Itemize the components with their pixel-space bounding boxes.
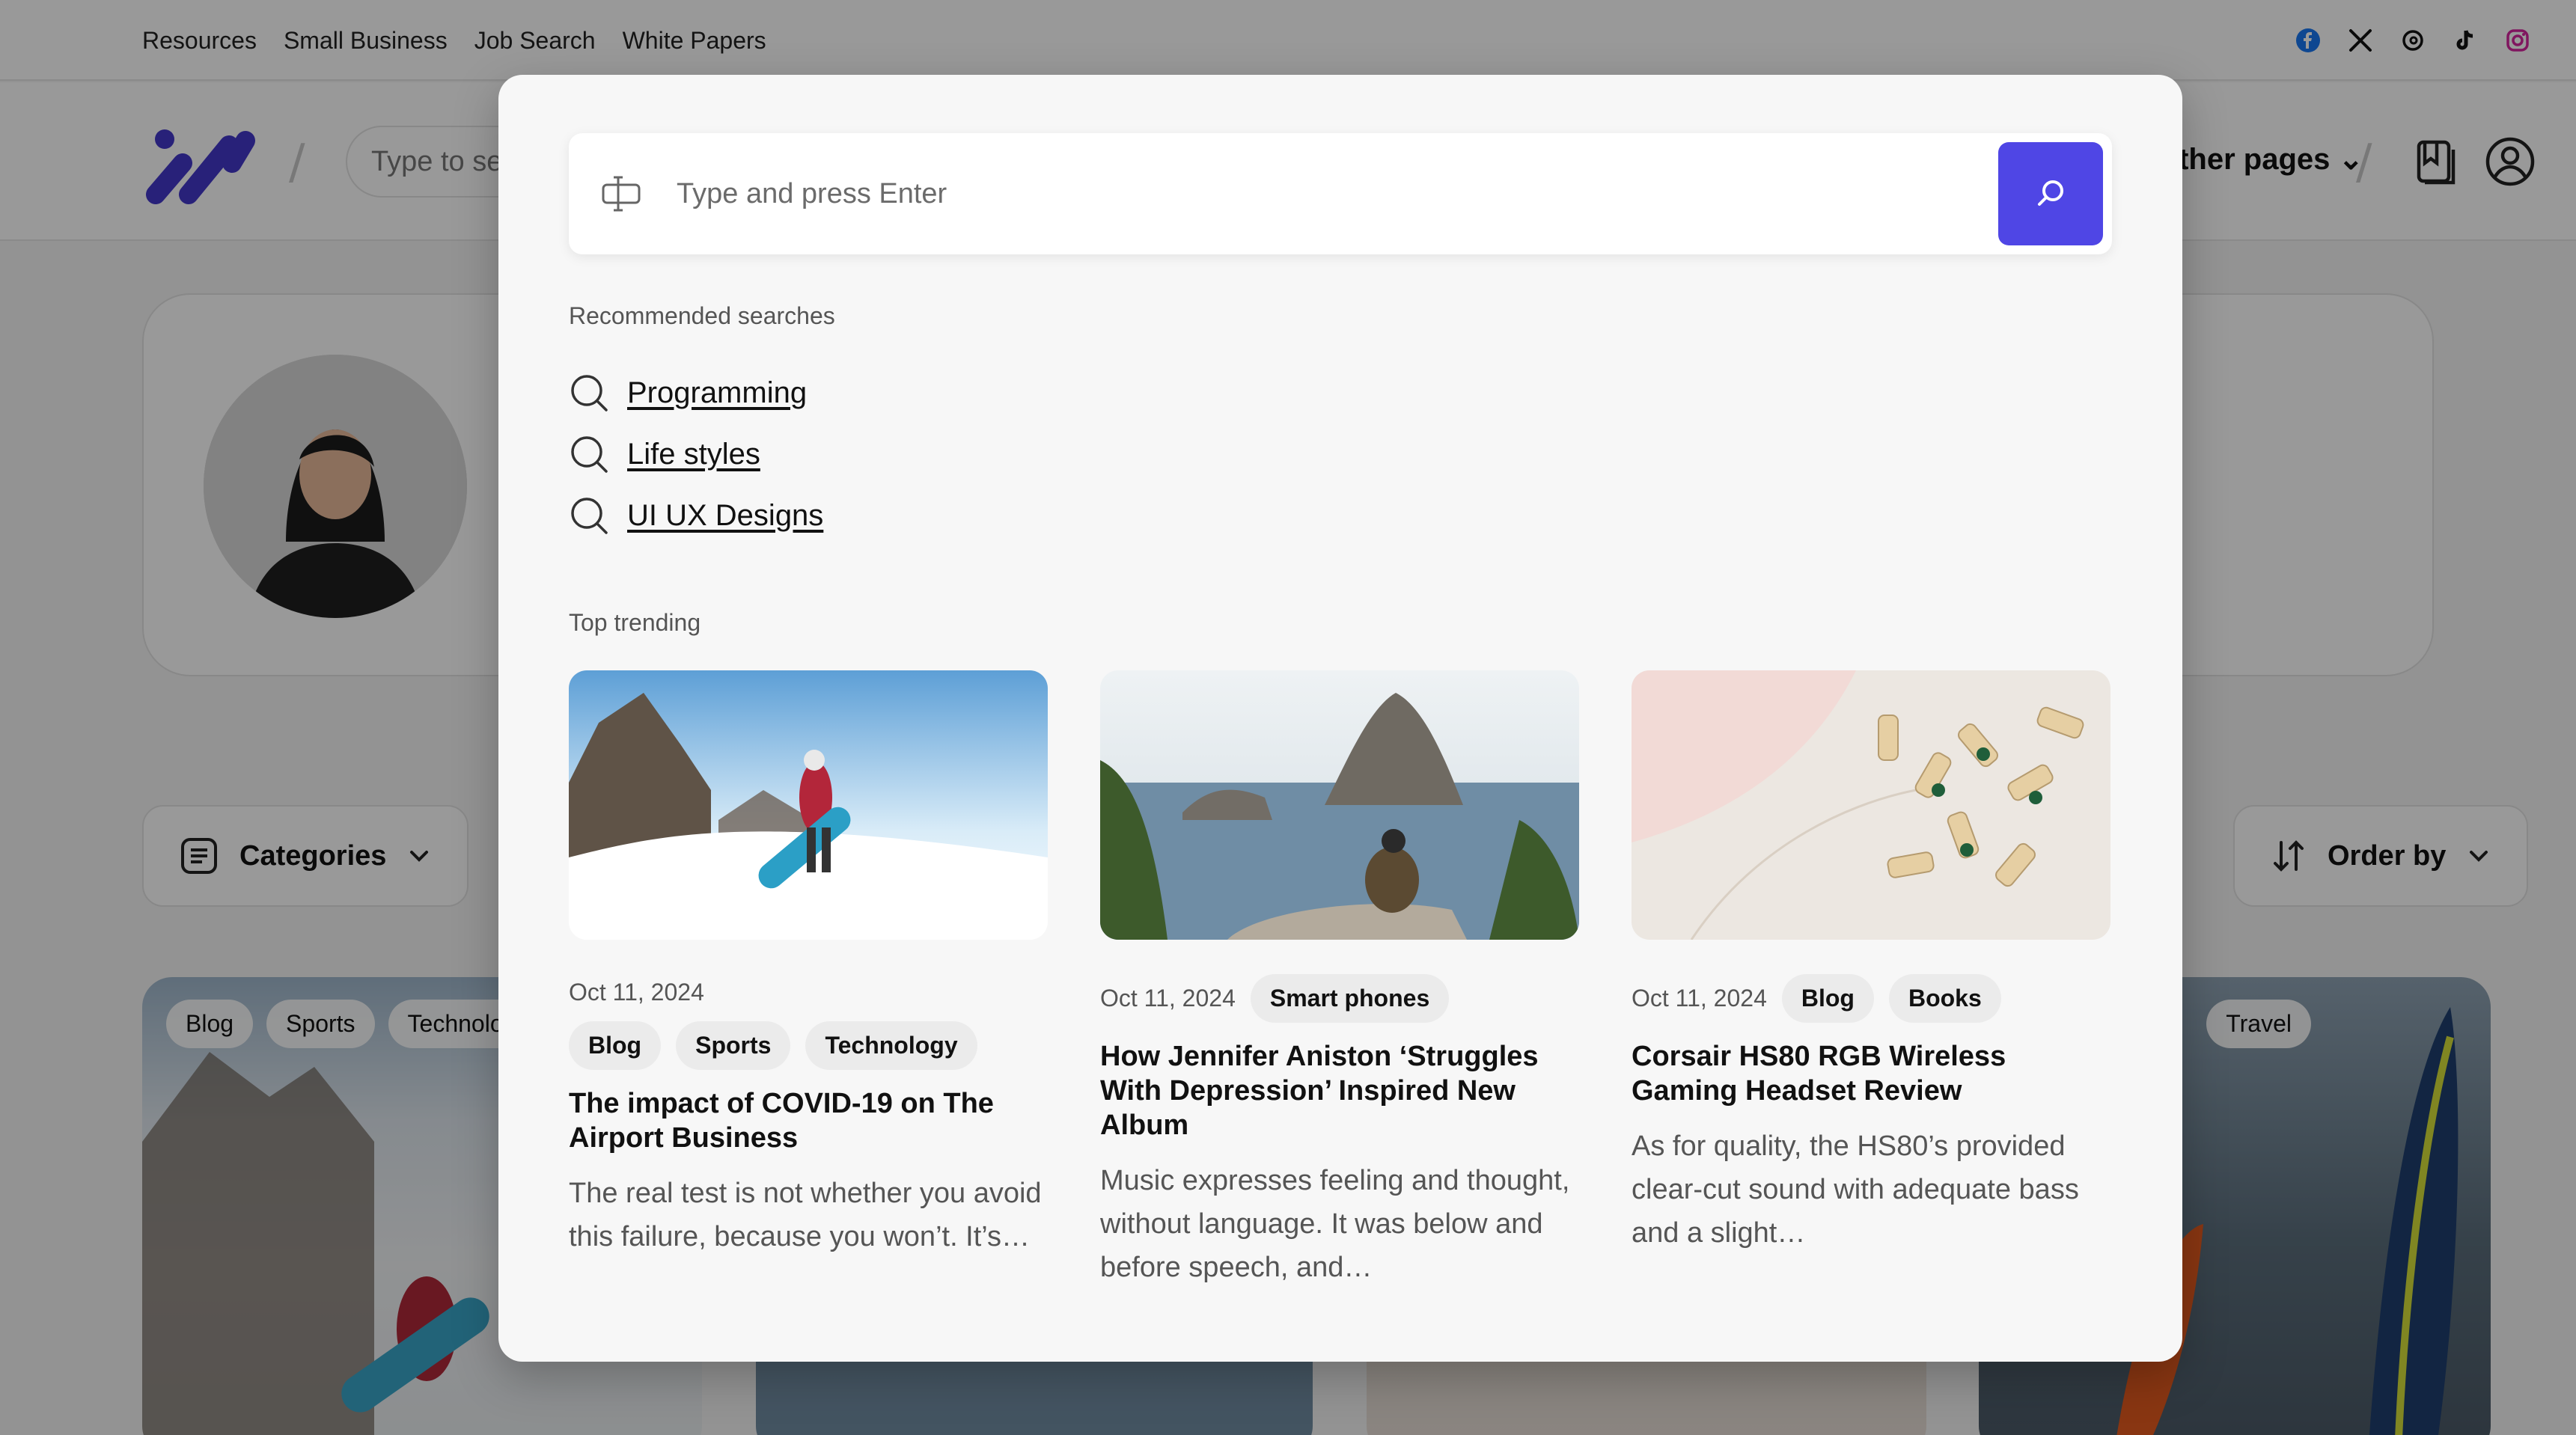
post-tag[interactable]: Books — [1888, 974, 2001, 1023]
recommended-search-item[interactable]: Life styles — [569, 423, 823, 485]
post-tag[interactable]: Smart phones — [1250, 974, 1450, 1023]
trending-meta: Oct 11, 2024 Smart phones — [1100, 974, 1579, 1023]
search-submit-button[interactable] — [1998, 142, 2103, 245]
post-title[interactable]: How Jennifer Aniston ‘Struggles With Dep… — [1100, 1039, 1579, 1142]
recommended-search-link[interactable]: Programming — [627, 376, 807, 410]
trending-post[interactable]: Oct 11, 2024 Blog Books Corsair HS80 RGB… — [1632, 670, 2110, 1255]
recommended-search-link[interactable]: Life styles — [627, 438, 760, 471]
search-icon — [571, 375, 608, 411]
trending-meta: Oct 11, 2024 Blog Books — [1632, 974, 2110, 1023]
trending-post-image[interactable] — [1100, 670, 1579, 940]
recommended-search-item[interactable]: UI UX Designs — [569, 485, 823, 546]
modal-search-input[interactable] — [677, 163, 1949, 224]
search-icon — [2038, 180, 2063, 206]
recommended-search-link[interactable]: UI UX Designs — [627, 499, 823, 533]
trending-post[interactable]: Oct 11, 2024 Blog Sports Technology The … — [569, 670, 1048, 1258]
trending-post[interactable]: Oct 11, 2024 Smart phones How Jennifer A… — [1100, 670, 1579, 1289]
post-title[interactable]: Corsair HS80 RGB Wireless Gaming Headset… — [1632, 1039, 2110, 1108]
search-icon — [571, 498, 608, 534]
post-excerpt: Music expresses feeling and thought, wit… — [1100, 1165, 1570, 1283]
post-tag[interactable]: Technology — [805, 1021, 977, 1070]
post-date: Oct 11, 2024 — [1100, 985, 1236, 1012]
post-excerpt: As for quality, the HS80’s provided clea… — [1632, 1130, 2079, 1249]
recommended-search-item[interactable]: Programming — [569, 362, 823, 423]
search-modal: Recommended searches Programming Life st… — [498, 75, 2182, 1362]
post-tag[interactable]: Sports — [676, 1021, 791, 1070]
modal-search-bar — [569, 133, 2112, 254]
post-tags: Blog Sports Technology — [569, 1021, 1048, 1070]
post-tag[interactable]: Blog — [1781, 974, 1874, 1023]
post-date: Oct 11, 2024 — [569, 979, 704, 1006]
post-title[interactable]: The impact of COVID-19 on The Airport Bu… — [569, 1086, 1048, 1155]
post-date: Oct 11, 2024 — [1632, 985, 1767, 1012]
trending-post-image[interactable] — [569, 670, 1048, 940]
trending-post-image[interactable] — [1632, 670, 2110, 940]
text-cursor-icon — [602, 176, 641, 212]
recommended-searches-label: Recommended searches — [569, 302, 835, 329]
search-icon — [571, 436, 608, 473]
post-excerpt: The real test is not whether you avoid t… — [569, 1178, 1042, 1252]
recommended-searches-list: Programming Life styles UI UX Designs — [569, 362, 823, 546]
trending-meta: Oct 11, 2024 — [569, 979, 1048, 1006]
post-tag[interactable]: Blog — [569, 1021, 662, 1070]
top-trending-label: Top trending — [569, 609, 701, 636]
